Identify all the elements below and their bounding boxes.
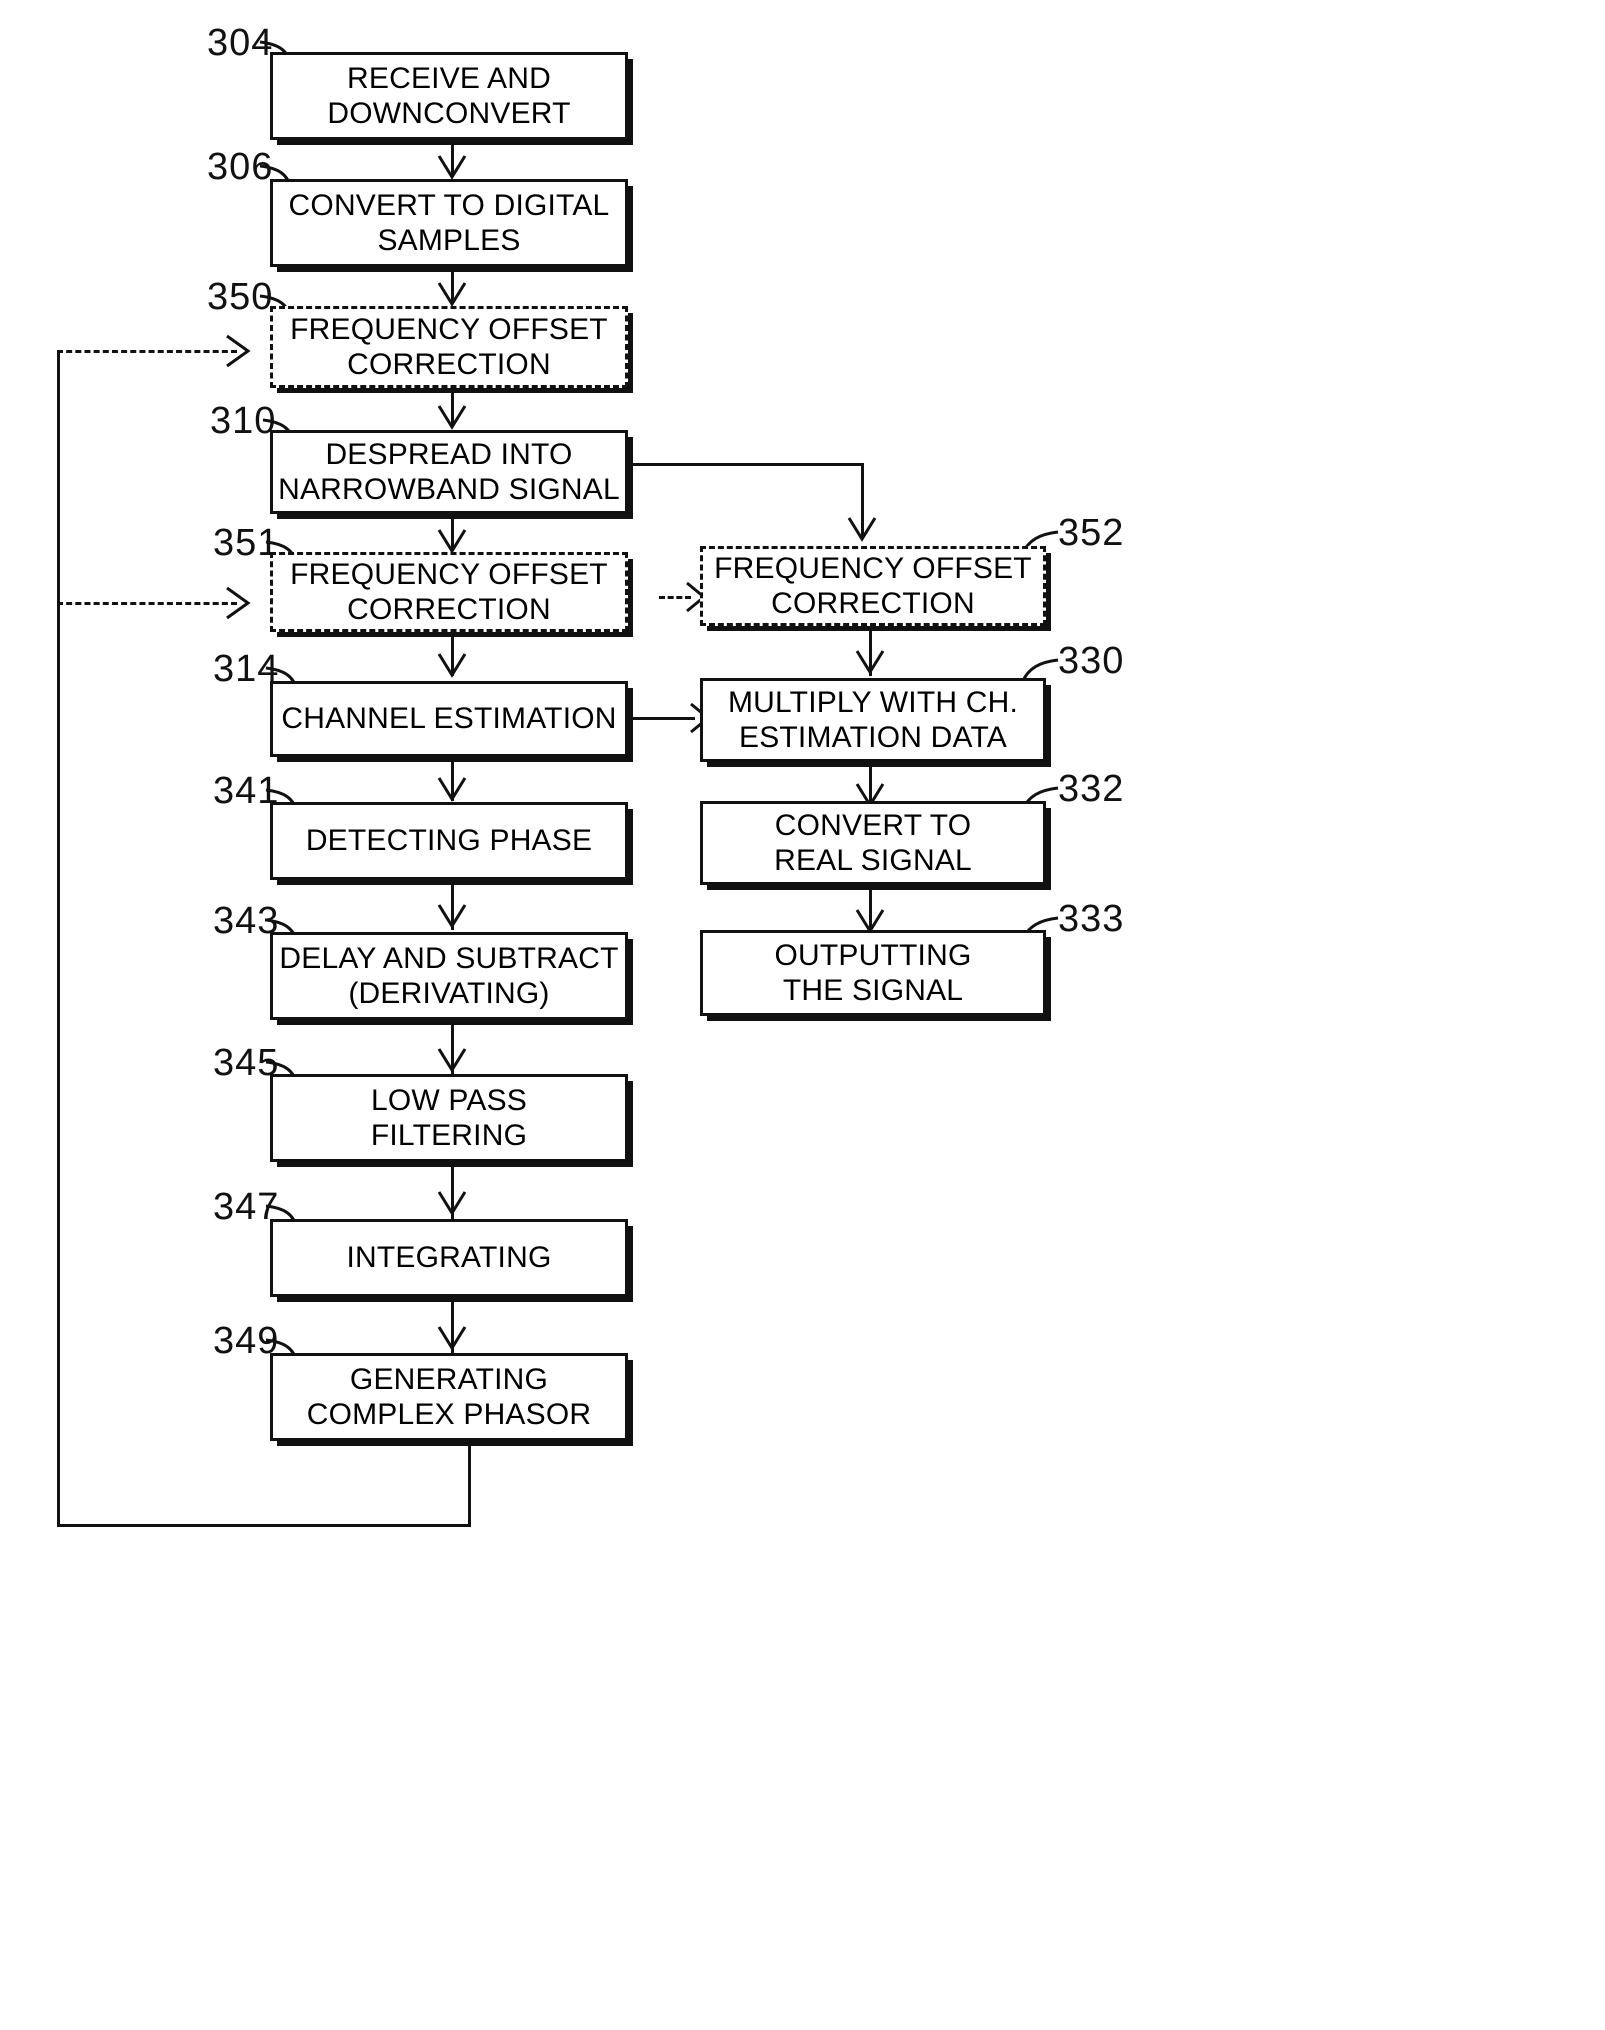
process-box-multiply-with-ch-estimation-data[interactable]: MULTIPLY WITH CH. ESTIMATION DATA bbox=[700, 678, 1046, 762]
process-box-despread-into-narrowband-signal[interactable]: DESPREAD INTO NARROWBAND SIGNAL bbox=[270, 430, 628, 514]
arrowhead-352-330 bbox=[855, 650, 885, 675]
process-box-label-351: FREQUENCY OFFSET CORRECTION bbox=[290, 557, 608, 626]
arrowhead-345-347 bbox=[437, 1191, 467, 1216]
process-box-label-343: DELAY AND SUBTRACT (DERIVATING) bbox=[279, 941, 619, 1010]
arrowhead-341-343 bbox=[437, 904, 467, 929]
arrowhead-347-349 bbox=[437, 1326, 467, 1351]
process-box-label-345: LOW PASS FILTERING bbox=[370, 1083, 528, 1152]
process-box-detecting-phase[interactable]: DETECTING PHASE bbox=[270, 802, 628, 880]
arrowhead-350-310 bbox=[437, 405, 467, 430]
process-box-label-341: DETECTING PHASE bbox=[305, 824, 593, 858]
process-box-label-333: OUTPUTTING THE SIGNAL bbox=[774, 938, 972, 1007]
arrowhead-306-350 bbox=[437, 282, 467, 307]
process-box-delay-and-subtract[interactable]: DELAY AND SUBTRACT (DERIVATING) bbox=[270, 932, 628, 1020]
process-box-label-347: INTEGRATING bbox=[346, 1241, 552, 1275]
ref-numeral-332: 332 bbox=[1058, 768, 1125, 810]
process-box-receive-and-downconvert[interactable]: RECEIVE AND DOWNCONVERT bbox=[270, 52, 628, 140]
feedback-left-rail bbox=[57, 350, 60, 1527]
feedback-drop-from-349 bbox=[468, 1443, 471, 1527]
process-box-low-pass-filtering[interactable]: LOW PASS FILTERING bbox=[270, 1074, 628, 1162]
process-box-label-306: CONVERT TO DIGITAL SAMPLES bbox=[288, 188, 610, 257]
ref-numeral-333: 333 bbox=[1058, 898, 1125, 940]
process-box-label-314: CHANNEL ESTIMATION bbox=[281, 702, 617, 736]
process-box-frequency-offset-correction-350[interactable]: FREQUENCY OFFSET CORRECTION bbox=[270, 306, 628, 388]
process-box-label-352: FREQUENCY OFFSET CORRECTION bbox=[714, 551, 1032, 620]
process-box-label-349: GENERATING COMPLEX PHASOR bbox=[306, 1362, 592, 1431]
arrowhead-351-314 bbox=[437, 653, 467, 678]
arrowhead-304-306 bbox=[437, 155, 467, 180]
process-box-label-330: MULTIPLY WITH CH. ESTIMATION DATA bbox=[727, 685, 1019, 754]
process-box-convert-to-real-signal[interactable]: CONVERT TO REAL SIGNAL bbox=[700, 801, 1046, 885]
process-box-integrating[interactable]: INTEGRATING bbox=[270, 1219, 628, 1297]
feedback-bottom-rail bbox=[57, 1524, 471, 1527]
ref-numeral-352: 352 bbox=[1058, 512, 1125, 554]
process-box-generating-complex-phasor[interactable]: GENERATING COMPLEX PHASOR bbox=[270, 1353, 628, 1441]
process-box-channel-estimation[interactable]: CHANNEL ESTIMATION bbox=[270, 681, 628, 757]
connector-310-352-horizontal bbox=[628, 463, 864, 466]
feedback-branch-to-351 bbox=[57, 602, 237, 605]
ref-numeral-330: 330 bbox=[1058, 640, 1125, 682]
process-box-label-304: RECEIVE AND DOWNCONVERT bbox=[327, 61, 571, 130]
process-box-convert-to-digital-samples[interactable]: CONVERT TO DIGITAL SAMPLES bbox=[270, 179, 628, 267]
process-box-frequency-offset-correction-351[interactable]: FREQUENCY OFFSET CORRECTION bbox=[270, 552, 628, 632]
feedback-branch-to-350 bbox=[57, 350, 237, 353]
flowchart-canvas: 304 RECEIVE AND DOWNCONVERT 306 CONVERT T… bbox=[0, 0, 1605, 2030]
process-box-outputting-the-signal[interactable]: OUTPUTTING THE SIGNAL bbox=[700, 930, 1046, 1016]
arrowhead-314-341 bbox=[437, 777, 467, 802]
process-box-label-310: DESPREAD INTO NARROWBAND SIGNAL bbox=[278, 437, 620, 506]
arrowhead-310-352 bbox=[847, 517, 877, 542]
process-box-label-332: CONVERT TO REAL SIGNAL bbox=[774, 808, 972, 877]
arrowhead-343-345 bbox=[437, 1048, 467, 1073]
arrowhead-feedback-350 bbox=[226, 334, 251, 368]
arrowhead-feedback-351 bbox=[226, 586, 251, 620]
connector-314-330 bbox=[629, 717, 695, 720]
process-box-frequency-offset-correction-352[interactable]: FREQUENCY OFFSET CORRECTION bbox=[700, 546, 1046, 626]
process-box-label-350: FREQUENCY OFFSET CORRECTION bbox=[290, 312, 608, 381]
